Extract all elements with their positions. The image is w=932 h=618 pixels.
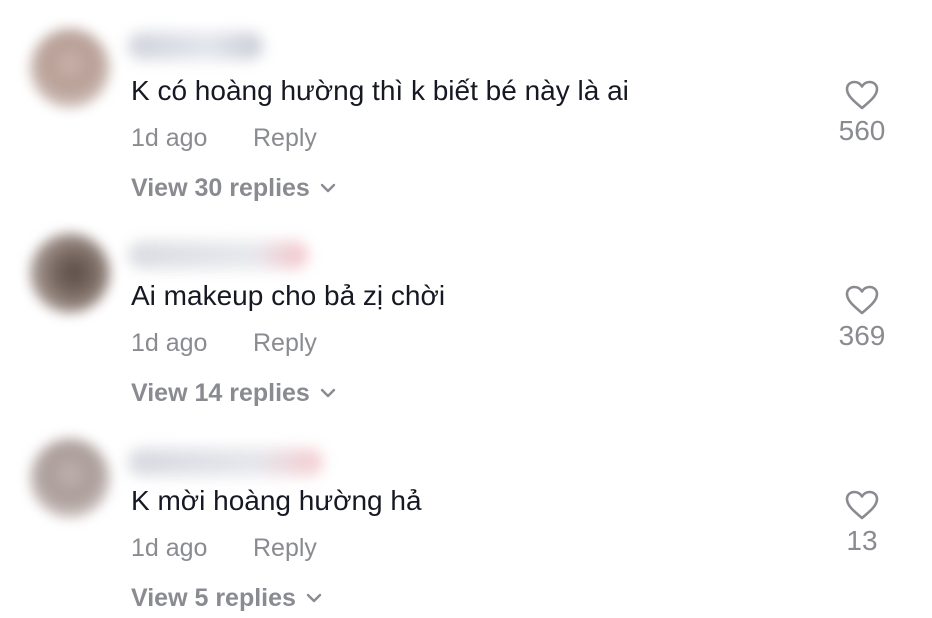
chevron-down-icon	[320, 388, 336, 398]
comment-item: Ai makeup cho bả zị chời 1d ago Reply Vi…	[0, 205, 932, 410]
comment-time: 1d ago	[131, 534, 208, 562]
comment-item: K có hoàng hường thì k biết bé này là ai…	[0, 0, 932, 205]
username-blurred[interactable]	[128, 448, 323, 476]
view-replies-label: View 5 replies	[131, 584, 296, 612]
comment-text: Ai makeup cho bả zị chời	[131, 280, 446, 311]
comment-time: 1d ago	[131, 329, 208, 357]
heart-outline-icon	[845, 80, 879, 110]
username-blurred[interactable]	[128, 241, 308, 269]
reply-button[interactable]: Reply	[253, 123, 317, 153]
comment-text: K có hoàng hường thì k biết bé này là ai	[131, 75, 629, 106]
heart-outline-icon	[845, 490, 879, 520]
like-button[interactable]: 369	[822, 285, 902, 351]
comment-text: K mời hoàng hường hả	[131, 485, 422, 516]
like-count: 13	[846, 525, 878, 556]
reply-button[interactable]: Reply	[253, 533, 317, 563]
comment-item: K mời hoàng hường hả 1d ago Reply View 5…	[0, 410, 932, 615]
view-replies-button[interactable]: View 30 replies	[131, 173, 336, 203]
reply-button[interactable]: Reply	[253, 328, 317, 358]
like-button[interactable]: 13	[822, 490, 902, 556]
comment-time: 1d ago	[131, 124, 208, 152]
avatar[interactable]	[30, 28, 110, 108]
chevron-down-icon	[320, 183, 336, 193]
heart-outline-icon	[845, 285, 879, 315]
like-button[interactable]: 560	[822, 80, 902, 146]
view-replies-label: View 30 replies	[131, 174, 310, 202]
view-replies-button[interactable]: View 14 replies	[131, 378, 336, 408]
username-blurred[interactable]	[128, 32, 263, 60]
chevron-down-icon	[306, 593, 322, 603]
view-replies-button[interactable]: View 5 replies	[131, 583, 322, 613]
like-count: 369	[838, 320, 886, 351]
like-count: 560	[838, 115, 886, 146]
avatar[interactable]	[30, 438, 110, 518]
avatar[interactable]	[30, 233, 110, 313]
view-replies-label: View 14 replies	[131, 379, 310, 407]
